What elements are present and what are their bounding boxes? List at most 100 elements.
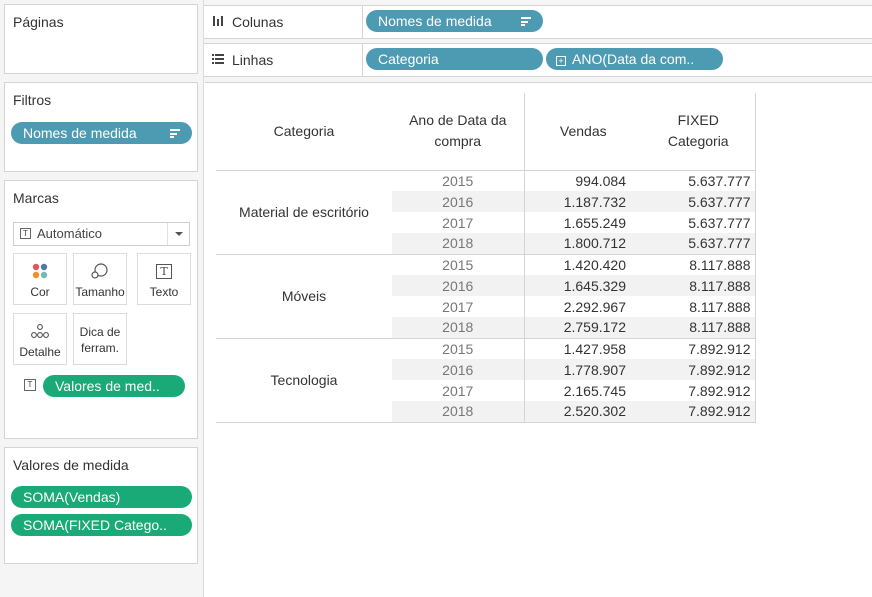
cell-fixed[interactable]: 8.117.888 <box>642 254 756 275</box>
measure-pill-sales[interactable]: SOMA(Vendas) <box>11 486 192 508</box>
rows-icon <box>212 44 224 77</box>
filter-pill-label: Nomes de medida <box>23 125 137 141</box>
cell-sales[interactable]: 2.759.172 <box>523 317 642 339</box>
header-year-line2: compra <box>434 133 482 150</box>
row-header-year[interactable]: 2018 <box>392 317 524 339</box>
cell-sales[interactable]: 1.645.329 <box>523 275 642 296</box>
color-button-label: Cor <box>30 285 50 299</box>
columns-pill-measure-names[interactable]: Nomes de medida <box>366 10 543 32</box>
rows-shelf-label: Linhas <box>232 52 274 68</box>
columns-pill-label: Nomes de medida <box>378 13 492 29</box>
row-header-category[interactable]: Material de escritório <box>216 170 392 255</box>
cell-fixed[interactable]: 7.892.912 <box>642 380 756 401</box>
row-header-year[interactable]: 2018 <box>392 233 524 255</box>
pages-card[interactable]: Páginas <box>4 4 198 74</box>
cell-sales[interactable]: 2.292.967 <box>523 296 642 317</box>
row-header-year[interactable]: 2016 <box>392 275 524 296</box>
rows-pill-label: Categoria <box>378 51 439 67</box>
cell-fixed[interactable]: 5.637.777 <box>642 191 756 212</box>
header-year[interactable]: Ano de Data da compra <box>392 93 524 171</box>
row-header-year[interactable]: 2015 <box>392 338 524 359</box>
cell-fixed[interactable]: 7.892.912 <box>642 401 756 423</box>
cell-fixed[interactable]: 8.117.888 <box>642 296 756 317</box>
text-label-icon: T <box>138 262 190 280</box>
filters-title: Filtros <box>13 92 52 108</box>
row-header-category[interactable]: Tecnologia <box>216 338 392 423</box>
measure-values-card: Valores de medida SOMA(Vendas) SOMA(FIXE… <box>4 447 198 564</box>
cell-fixed[interactable]: 7.892.912 <box>642 359 756 380</box>
text-icon: T <box>24 379 36 391</box>
cell-sales[interactable]: 2.520.302 <box>523 401 642 423</box>
columns-shelf-label-box: Colunas <box>204 6 363 38</box>
cell-fixed[interactable]: 5.637.777 <box>642 212 756 233</box>
table-row: Tecnologia 2015 1.427.958 7.892.912 <box>216 338 756 423</box>
text-pill-label: Valores de med.. <box>55 378 160 394</box>
marks-title: Marcas <box>13 190 59 206</box>
text-pill-measure-values[interactable]: Valores de med.. <box>43 375 185 397</box>
tooltip-button-label-1: Dica de <box>79 325 121 339</box>
rows-shelf-label-box: Linhas <box>204 44 363 76</box>
rows-pill-category[interactable]: Categoria <box>366 48 543 70</box>
filter-pill-measure-names[interactable]: Nomes de medida <box>11 122 192 144</box>
cell-sales[interactable]: 1.420.420 <box>523 254 642 275</box>
row-header-year[interactable]: 2017 <box>392 296 524 317</box>
detail-icon <box>14 322 66 340</box>
cell-sales[interactable]: 1.778.907 <box>523 359 642 380</box>
cell-fixed[interactable]: 5.637.777 <box>642 170 756 191</box>
measure-pill-label: SOMA(Vendas) <box>23 489 121 505</box>
row-header-year[interactable]: 2015 <box>392 254 524 275</box>
cell-sales[interactable]: 2.165.745 <box>523 380 642 401</box>
detail-button[interactable]: Detalhe <box>13 313 67 365</box>
row-header-year[interactable]: 2015 <box>392 170 524 191</box>
cell-sales[interactable]: 1.187.732 <box>523 191 642 212</box>
mark-type-select[interactable]: T Automático <box>13 222 190 246</box>
row-header-year[interactable]: 2018 <box>392 401 524 423</box>
color-dots-icon <box>14 262 66 280</box>
header-year-line1: Ano de Data da <box>409 112 507 129</box>
cell-fixed[interactable]: 8.117.888 <box>642 275 756 296</box>
size-button-label: Tamanho <box>75 285 125 299</box>
row-header-year[interactable]: 2017 <box>392 380 524 401</box>
cell-fixed[interactable]: 7.892.912 <box>642 338 756 359</box>
detail-button-label: Detalhe <box>19 345 61 359</box>
table-row: Móveis 2015 1.420.420 8.117.888 <box>216 254 756 339</box>
cell-sales[interactable]: 994.084 <box>523 170 642 191</box>
measure-pill-fixed[interactable]: SOMA(FIXED Catego.. <box>11 514 192 536</box>
cell-fixed[interactable]: 5.637.777 <box>642 233 756 255</box>
color-button[interactable]: Cor <box>13 253 67 305</box>
text-button-label: Texto <box>149 285 179 299</box>
header-fixed[interactable]: FIXED Categoria <box>642 93 756 171</box>
header-sales[interactable]: Vendas <box>523 93 642 171</box>
row-header-year[interactable]: 2017 <box>392 212 524 233</box>
measure-pill-label: SOMA(FIXED Catego.. <box>23 517 167 533</box>
mark-type-value: Automático <box>37 226 103 241</box>
plus-box-icon: + <box>556 56 566 66</box>
size-button[interactable]: Tamanho <box>73 253 127 305</box>
size-icon <box>74 262 126 280</box>
row-header-category[interactable]: Móveis <box>216 254 392 339</box>
left-panel: Páginas Filtros Nomes de medida Marcas T… <box>0 0 204 597</box>
tooltip-button[interactable]: Dica de ferram. <box>73 313 127 365</box>
crosstab-table: Categoria Ano de Data da compra Vendas F… <box>216 93 756 423</box>
rows-pill-year-label: ANO(Data da com.. <box>572 51 695 67</box>
header-category[interactable]: Categoria <box>216 93 392 171</box>
cell-fixed[interactable]: 8.117.888 <box>642 317 756 339</box>
row-header-year[interactable]: 2016 <box>392 359 524 380</box>
dropdown-arrow-icon <box>167 223 189 245</box>
text-icon: T <box>20 228 31 239</box>
rows-shelf[interactable]: Linhas Categoria + ANO(Data da com.. <box>204 43 872 77</box>
header-fixed-line2: Categoria <box>667 133 729 150</box>
cell-sales[interactable]: 1.427.958 <box>523 338 642 359</box>
cell-sales[interactable]: 1.655.249 <box>523 212 642 233</box>
columns-icon <box>212 6 224 39</box>
columns-shelf-label: Colunas <box>232 14 284 30</box>
columns-shelf[interactable]: Colunas Nomes de medida <box>204 5 872 39</box>
rows-pill-year[interactable]: + ANO(Data da com.. <box>546 48 723 70</box>
sort-descending-icon <box>521 17 531 26</box>
filters-card[interactable]: Filtros Nomes de medida <box>4 82 198 172</box>
row-header-year[interactable]: 2016 <box>392 191 524 212</box>
marks-card: Marcas T Automático Cor Tamanho T Texto <box>4 180 198 439</box>
text-button[interactable]: T Texto <box>137 253 191 305</box>
cell-sales[interactable]: 1.800.712 <box>523 233 642 255</box>
view-canvas: Categoria Ano de Data da compra Vendas F… <box>205 82 872 597</box>
